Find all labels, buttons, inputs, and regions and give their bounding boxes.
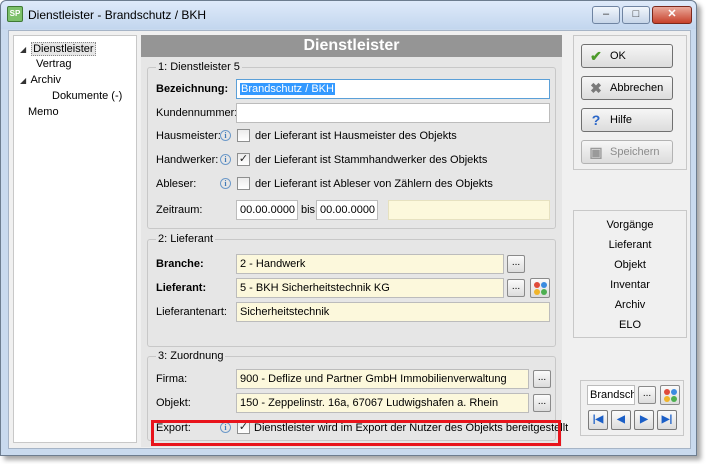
minimize-button[interactable]: ‒ [592, 6, 620, 24]
hausmeister-text: der Lieferant ist Hausmeister des Objekt… [255, 130, 457, 142]
link-objekt[interactable]: Objekt [574, 259, 686, 271]
hilfe-label: Hilfe [610, 114, 633, 126]
app-icon: SP [7, 6, 23, 22]
ableser-text: der Lieferant ist Ableser von Zählern de… [255, 178, 493, 190]
lieferant-browse-button[interactable]: ... [507, 279, 525, 297]
action-panel: ✔ OK ✖ Abbrechen ? Hilfe ▣ Speichern [573, 35, 687, 170]
tree-item-archiv[interactable]: ◢ Archiv [20, 73, 61, 87]
tree-item-label: Vertrag [36, 58, 72, 70]
kundennummer-field[interactable] [236, 103, 550, 123]
zeitraum-label: Zeitraum: [156, 204, 203, 216]
bezeichnung-value: Brandschutz / BKH [240, 83, 335, 95]
branche-browse-button[interactable]: ... [507, 255, 525, 273]
tree-item-memo[interactable]: Memo [28, 105, 59, 119]
ableser-checkbox[interactable] [237, 177, 250, 190]
link-inventar[interactable]: Inventar [574, 279, 686, 291]
group-title: 2: Lieferant [156, 233, 216, 245]
lieferantenart-label: Lieferantenart: [156, 306, 227, 318]
link-vorgaenge[interactable]: Vorgänge [574, 219, 686, 231]
handwerker-checkbox[interactable]: ✓ [237, 153, 250, 166]
branche-field[interactable]: 2 - Handwerk [236, 254, 504, 274]
abbrechen-label: Abbrechen [610, 82, 664, 94]
bezeichnung-field[interactable]: Brandschutz / BKH [236, 79, 550, 99]
prev-record-button[interactable]: ◀ [611, 410, 631, 430]
save-icon: ▣ [589, 144, 603, 160]
ok-label: OK [610, 50, 626, 62]
tree-item-label: Dienstleister [31, 42, 96, 56]
firma-browse-button[interactable]: ... [533, 370, 551, 388]
hausmeister-checkbox[interactable] [237, 129, 250, 142]
tree-item-dienstleister[interactable]: ◢ Dienstleister [20, 42, 96, 56]
last-record-button[interactable]: ▶| [657, 410, 677, 430]
lieferant-field[interactable]: 5 - BKH Sicherheitstechnik KG [236, 278, 504, 298]
info-icon[interactable]: i [220, 130, 231, 141]
record-browse-button[interactable]: ... [638, 386, 656, 404]
hilfe-button[interactable]: ? Hilfe [581, 108, 673, 132]
tree-item-label: Memo [28, 106, 59, 118]
dialog-window: SP Dienstleister - Brandschutz / BKH ‒ □… [0, 0, 697, 456]
info-icon[interactable]: i [220, 178, 231, 189]
cancel-icon: ✖ [590, 80, 602, 96]
group-lieferant: 2: Lieferant Branche: 2 - Handwerk ... L… [147, 233, 556, 347]
bezeichnung-label: Bezeichnung: [156, 83, 229, 95]
objekt-field[interactable]: 150 - Zeppelinstr. 16a, 67067 Ludwigshaf… [236, 393, 529, 413]
link-lieferant[interactable]: Lieferant [574, 239, 686, 251]
group-title: 3: Zuordnung [156, 350, 226, 362]
tree-item-dokumente[interactable]: Dokumente (-) [52, 89, 122, 103]
ok-button[interactable]: ✔ OK [581, 44, 673, 68]
link-archiv[interactable]: Archiv [574, 299, 686, 311]
navigation-tree: ◢ Dienstleister Vertrag ◢ Archiv Dokumen… [13, 35, 137, 443]
handwerker-label: Handwerker: [156, 154, 219, 166]
tree-item-label: Archiv [30, 74, 62, 86]
tree-item-vertrag[interactable]: Vertrag [36, 57, 71, 71]
help-icon: ? [591, 112, 601, 128]
zeitraum-to-field[interactable]: 00.00.0000 [316, 200, 378, 220]
lieferant-label: Lieferant: [156, 282, 207, 294]
expand-icon[interactable]: ◢ [20, 74, 28, 88]
speichern-label: Speichern [610, 146, 660, 158]
contacts-icon[interactable] [660, 385, 680, 405]
export-highlight-box [151, 420, 561, 446]
zeitraum-from-field[interactable]: 00.00.0000 [236, 200, 298, 220]
group-title: 1: Dienstleister 5 [156, 61, 242, 73]
related-links: Vorgänge Lieferant Objekt Inventar Archi… [573, 210, 687, 338]
contacts-icon[interactable] [530, 278, 550, 298]
close-button[interactable]: ✕ [652, 6, 692, 24]
next-record-button[interactable]: ▶ [634, 410, 654, 430]
lieferantenart-field: Sicherheitstechnik [236, 302, 550, 322]
page-title: Dienstleister [141, 35, 562, 57]
zeitraum-bis-label: bis [301, 204, 316, 216]
kundennummer-label: Kundennummer: [156, 107, 238, 119]
branche-label: Branche: [156, 258, 204, 270]
link-elo[interactable]: ELO [574, 319, 686, 331]
maximize-button[interactable]: □ [622, 6, 650, 24]
objekt-label: Objekt: [156, 397, 191, 409]
form-panel: 1: Dienstleister 5 Bezeichnung: Brandsch… [141, 57, 568, 447]
record-navigator: Brandschutz / BKH ... |◀ ◀ ▶ ▶| [580, 380, 684, 436]
firma-label: Firma: [156, 373, 188, 385]
firma-field[interactable]: 900 - Deflize und Partner GmbH Immobilie… [236, 369, 529, 389]
info-icon[interactable]: i [220, 154, 231, 165]
abbrechen-button[interactable]: ✖ Abbrechen [581, 76, 673, 100]
objekt-browse-button[interactable]: ... [533, 394, 551, 412]
expand-icon[interactable]: ◢ [20, 43, 28, 57]
speichern-button[interactable]: ▣ Speichern [581, 140, 673, 164]
tree-item-label: Dokumente (-) [52, 90, 123, 102]
first-record-button[interactable]: |◀ [588, 410, 608, 430]
ableser-label: Ableser: [156, 178, 197, 190]
title-bar[interactable]: SP Dienstleister - Brandschutz / BKH ‒ □… [1, 1, 696, 29]
zeitraum-extra-field [388, 200, 550, 220]
hausmeister-label: Hausmeister: [156, 130, 221, 142]
window-title: Dienstleister - Brandschutz / BKH [28, 8, 207, 22]
handwerker-text: der Lieferant ist Stammhandwerker des Ob… [255, 154, 488, 166]
client-area: ◢ Dienstleister Vertrag ◢ Archiv Dokumen… [8, 30, 691, 449]
group-dienstleister: 1: Dienstleister 5 Bezeichnung: Brandsch… [147, 61, 556, 229]
checkmark-icon: ✔ [590, 48, 602, 64]
record-field[interactable]: Brandschutz / BKH [587, 385, 635, 405]
